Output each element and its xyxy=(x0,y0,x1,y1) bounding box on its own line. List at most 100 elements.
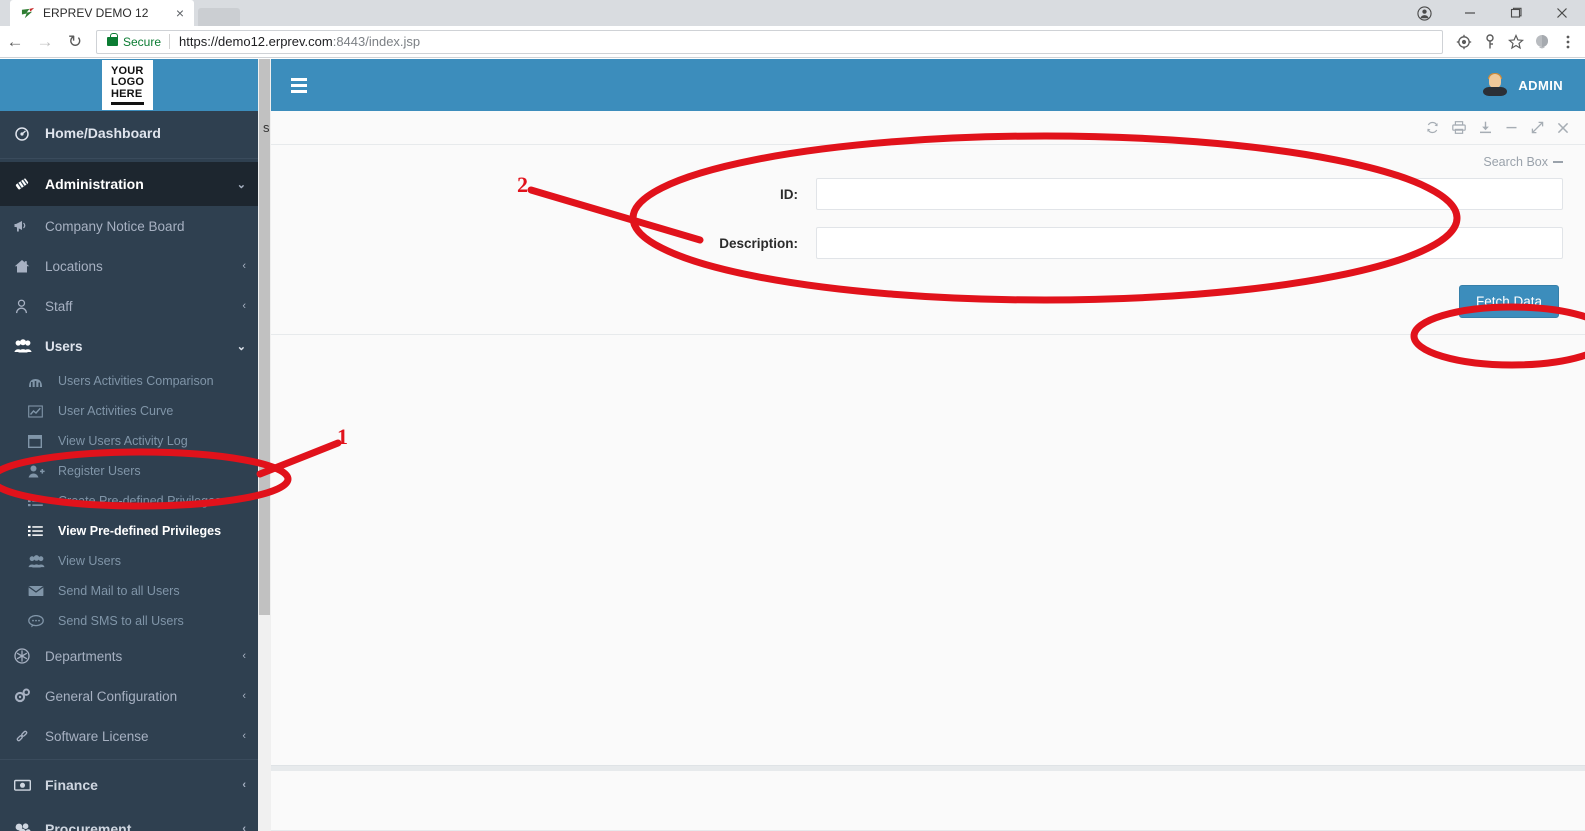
list-icon xyxy=(28,525,50,537)
megaphone-icon xyxy=(14,219,35,233)
cubes-icon xyxy=(14,822,35,831)
results-area xyxy=(271,335,1585,765)
window-icon xyxy=(28,434,50,448)
sidebar-item-view-pre-defined-privileges[interactable]: View Pre-defined Privileges xyxy=(0,516,258,546)
sidebar-item-home-dashboard[interactable]: Home/Dashboard xyxy=(0,111,258,155)
sidebar-item-administration[interactable]: Administration ⌄ xyxy=(0,162,258,206)
close-icon[interactable] xyxy=(1557,122,1569,134)
sidebar-item-label: Home/Dashboard xyxy=(45,125,161,141)
sidebar-item-label: Register Users xyxy=(58,464,141,478)
sidebar-item-label: Procurement xyxy=(45,821,132,831)
panel-toolbar xyxy=(1426,121,1569,134)
content-panel: s Search Box ID: Description: Fetch Data xyxy=(263,111,1585,831)
omnibox-divider xyxy=(169,34,171,49)
sidebar-item-general-configuration[interactable]: General Configuration ‹ xyxy=(0,676,258,716)
avatar xyxy=(1482,72,1508,98)
sidebar-item-view-users-activity-log[interactable]: View Users Activity Log xyxy=(0,426,258,456)
print-icon[interactable] xyxy=(1452,121,1466,134)
chevron-left-icon: ‹ xyxy=(242,730,246,742)
sidebar-item-view-users[interactable]: View Users xyxy=(0,546,258,576)
application-root: YOUR LOGO HERE Home/Dashboard Administra… xyxy=(0,59,1585,831)
sidebar-item-company-notice-board[interactable]: Company Notice Board xyxy=(0,206,258,246)
description-input[interactable] xyxy=(816,227,1563,259)
favicon-icon xyxy=(20,5,36,21)
sidebar-scrollbar-thumb[interactable] xyxy=(259,59,270,615)
window-controls xyxy=(1401,0,1585,26)
sidebar-item-procurement[interactable]: Procurement ‹ xyxy=(0,807,258,831)
reload-button[interactable]: ↻ xyxy=(60,27,90,57)
chevron-left-icon: ‹ xyxy=(242,650,246,662)
sidebar-item-label: Send SMS to all Users xyxy=(58,614,184,628)
sidebar-item-label: Departments xyxy=(45,648,123,664)
panel-footer xyxy=(271,765,1585,771)
star-icon[interactable] xyxy=(1503,29,1529,55)
sidebar-item-locations[interactable]: Locations ‹ xyxy=(0,246,258,286)
sidebar-item-label: Locations xyxy=(45,258,103,274)
download-icon[interactable] xyxy=(1479,121,1492,134)
sidebar-item-send-mail-to-all-users[interactable]: Send Mail to all Users xyxy=(0,576,258,606)
maximize-icon[interactable] xyxy=(1493,0,1539,26)
fetch-data-button[interactable]: Fetch Data xyxy=(1458,285,1559,318)
extension-icon[interactable] xyxy=(1529,29,1555,55)
target-icon[interactable] xyxy=(1451,29,1477,55)
hamburger-menu-icon[interactable] xyxy=(287,74,311,97)
sidebar-item-users-activities-comparison[interactable]: Users Activities Comparison xyxy=(0,366,258,396)
browser-tab[interactable]: ERPREV DEMO 12 × xyxy=(10,0,194,26)
users-icon xyxy=(14,339,35,353)
user-name-label: ADMIN xyxy=(1518,77,1563,93)
gears-icon xyxy=(14,688,35,704)
sidebar-item-user-activities-curve[interactable]: User Activities Curve xyxy=(0,396,258,426)
chevron-left-icon: ‹ xyxy=(242,823,246,831)
sidebar-item-label: Send Mail to all Users xyxy=(58,584,180,598)
address-bar[interactable]: Secure https://demo12.erprev.com:8443/in… xyxy=(96,29,1443,54)
close-icon[interactable] xyxy=(1539,0,1585,26)
back-button[interactable]: ← xyxy=(0,27,30,57)
id-input[interactable] xyxy=(816,178,1563,210)
sidebar-item-register-users[interactable]: Register Users xyxy=(0,456,258,486)
key-icon[interactable] xyxy=(1477,29,1503,55)
sidebar-logo-bar: YOUR LOGO HERE xyxy=(0,59,258,111)
sidebar-item-staff[interactable]: Staff ‹ xyxy=(0,286,258,326)
sidebar-item-software-license[interactable]: Software License ‹ xyxy=(0,716,258,756)
line-chart-icon xyxy=(28,404,50,418)
sidebar-item-finance[interactable]: Finance ‹ xyxy=(0,763,258,807)
panel-header: s xyxy=(263,111,1585,145)
sidebar-item-create-pre-defined-privileges[interactable]: Create Pre-defined Privileges xyxy=(0,486,258,516)
sidebar-item-label: Users Activities Comparison xyxy=(58,374,214,388)
url-main: https://demo12.erprev.com xyxy=(179,34,333,49)
sidebar-item-label: View Pre-defined Privileges xyxy=(58,524,222,538)
sidebar-item-users[interactable]: Users ⌄ xyxy=(0,326,258,366)
home-icon xyxy=(14,259,35,274)
logo: YOUR LOGO HERE xyxy=(102,59,154,111)
sidebar-scrollbar[interactable] xyxy=(258,59,271,831)
browser-tab-title: ERPREV DEMO 12 xyxy=(43,6,149,20)
profile-icon[interactable] xyxy=(1401,0,1447,26)
person-icon xyxy=(14,299,35,314)
sidebar-item-departments[interactable]: Departments ‹ xyxy=(0,636,258,676)
menu-dots-icon[interactable] xyxy=(1555,29,1581,55)
sidebar-item-label: Administration xyxy=(45,176,144,192)
money-icon xyxy=(14,779,35,792)
chevron-left-icon: ‹ xyxy=(242,300,246,312)
top-navbar: ADMIN xyxy=(271,59,1585,111)
browser-tab-strip: ERPREV DEMO 12 × xyxy=(0,0,1585,26)
sidebar-item-send-sms-to-all-users[interactable]: Send SMS to all Users xyxy=(0,606,258,636)
minimize-icon[interactable] xyxy=(1447,0,1493,26)
form-actions: Fetch Data xyxy=(271,271,1585,335)
refresh-icon[interactable] xyxy=(1426,121,1439,134)
search-box-toggle[interactable]: Search Box xyxy=(1483,155,1563,169)
comment-icon xyxy=(28,614,50,628)
chevron-left-icon: ‹ xyxy=(242,690,246,702)
forward-button[interactable]: → xyxy=(30,27,60,57)
main-content: ADMIN s Search Box ID: Description: Fetc… xyxy=(263,59,1585,831)
new-tab-placeholder[interactable] xyxy=(198,8,240,26)
page-title: s xyxy=(263,120,270,135)
user-menu[interactable]: ADMIN xyxy=(1482,72,1563,98)
sidebar-divider xyxy=(0,759,258,760)
sidebar-item-label: Software License xyxy=(45,728,149,744)
minimize-icon[interactable] xyxy=(1505,121,1518,134)
expand-icon[interactable] xyxy=(1531,121,1544,134)
tab-close-icon[interactable]: × xyxy=(172,6,188,20)
chevron-down-icon: ⌄ xyxy=(236,178,246,191)
sidebar: YOUR LOGO HERE Home/Dashboard Administra… xyxy=(0,59,258,831)
